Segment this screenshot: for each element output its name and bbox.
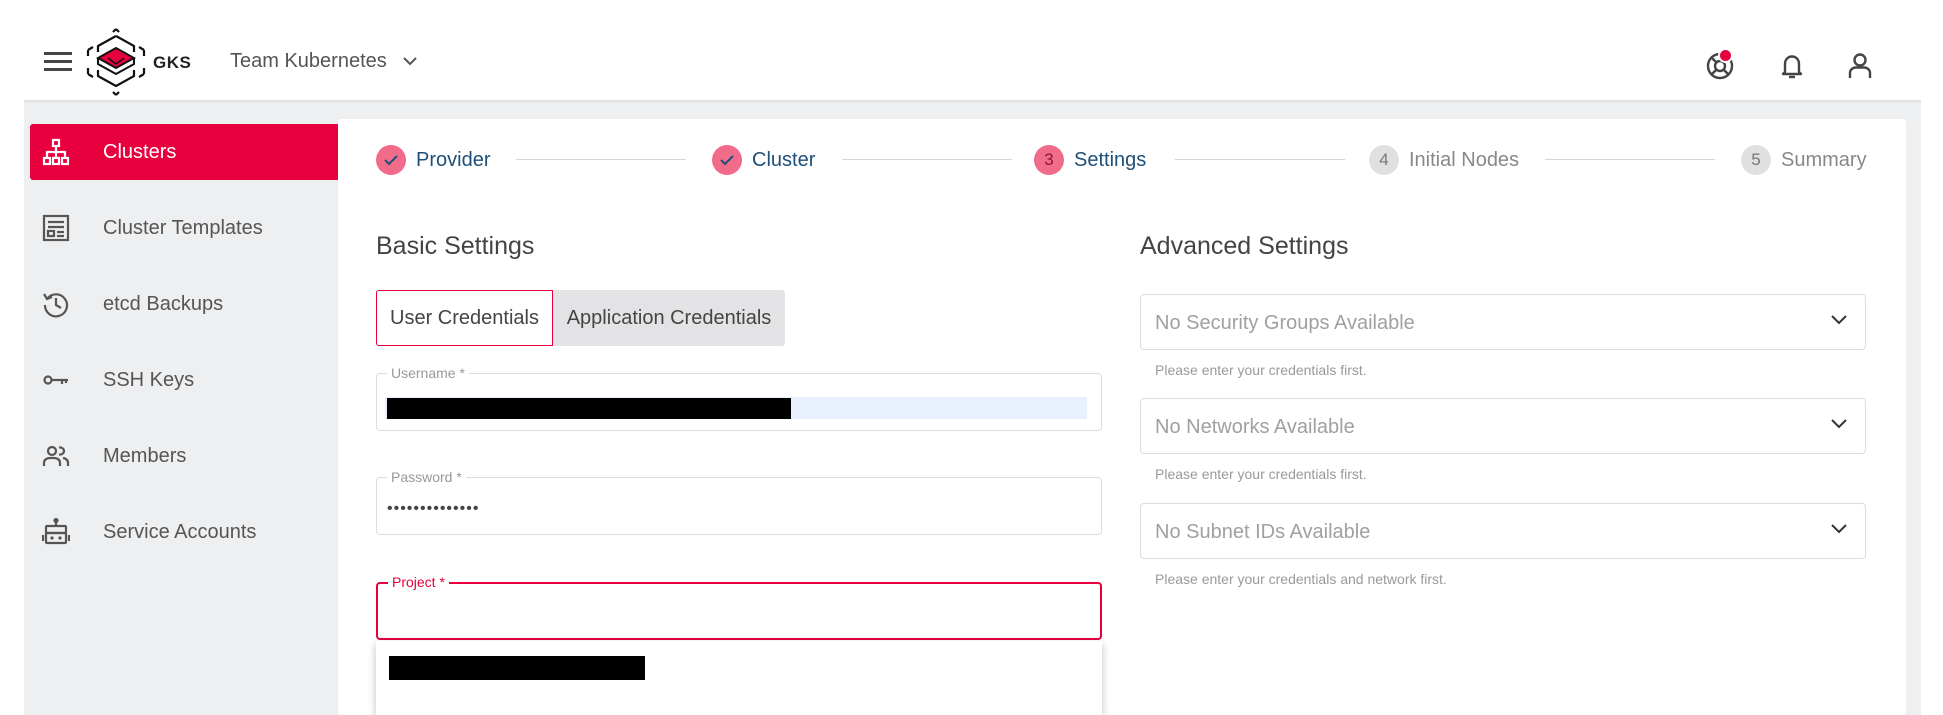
advanced-settings-title: Advanced Settings	[1140, 232, 1349, 260]
sidebar-item-label: Clusters	[103, 140, 177, 163]
members-icon	[42, 445, 70, 466]
networks-hint: Please enter your credentials first.	[1155, 466, 1367, 482]
networks-placeholder: No Networks Available	[1155, 416, 1355, 438]
sitemap-icon	[42, 138, 70, 166]
project-name: Team Kubernetes	[230, 49, 387, 72]
security-groups-placeholder: No Security Groups Available	[1155, 312, 1415, 334]
step-label: Provider	[416, 148, 491, 171]
redacted-project-option[interactable]	[389, 656, 645, 680]
check-icon	[376, 145, 406, 175]
sidebar: Clusters Cluster Templates etcd Backups	[24, 104, 342, 715]
step-initial-nodes[interactable]: 4 Initial Nodes	[1369, 145, 1519, 175]
sidebar-item-label: Members	[103, 444, 187, 467]
step-label: Cluster	[752, 148, 816, 171]
sidebar-item-ssh-keys[interactable]: SSH Keys	[30, 352, 342, 408]
username-label: Username *	[387, 365, 469, 381]
chevron-down-icon	[1831, 419, 1847, 429]
top-bar: GKS Team Kubernetes	[0, 0, 1943, 100]
basic-settings-title: Basic Settings	[376, 232, 535, 260]
subnet-ids-hint: Please enter your credentials and networ…	[1155, 571, 1447, 587]
step-label: Summary	[1781, 148, 1867, 171]
sidebar-item-members[interactable]: Members	[30, 428, 342, 484]
password-value: ••••••••••••••	[387, 500, 480, 517]
password-field[interactable]: Password * ••••••••••••••	[376, 469, 1102, 535]
tab-user-credentials[interactable]: User Credentials	[376, 290, 553, 346]
step-connector	[842, 159, 1012, 160]
step-connector	[1175, 159, 1345, 160]
networks-select[interactable]: No Networks Available	[1140, 398, 1866, 454]
sidebar-item-cluster-templates[interactable]: Cluster Templates	[30, 200, 342, 256]
security-groups-select[interactable]: No Security Groups Available	[1140, 294, 1866, 350]
step-number: 3	[1034, 145, 1064, 175]
project-field[interactable]: Project *	[376, 574, 1102, 640]
sidebar-item-clusters[interactable]: Clusters	[30, 124, 342, 180]
subnet-ids-select[interactable]: No Subnet IDs Available	[1140, 503, 1866, 559]
hamburger-menu-icon[interactable]	[44, 52, 72, 72]
tab-application-credentials[interactable]: Application Credentials	[553, 290, 785, 346]
step-settings[interactable]: 3 Settings	[1034, 145, 1146, 175]
history-icon	[43, 293, 69, 318]
sidebar-item-label: etcd Backups	[103, 292, 224, 315]
sidebar-item-service-accounts[interactable]: Service Accounts	[30, 504, 342, 560]
subnet-ids-placeholder: No Subnet IDs Available	[1155, 521, 1371, 543]
robot-icon	[42, 518, 70, 545]
step-connector	[1545, 159, 1715, 160]
bell-icon[interactable]	[1776, 50, 1808, 82]
username-field[interactable]: Username *	[376, 365, 1102, 431]
notification-dot	[1718, 48, 1733, 63]
sidebar-item-label: SSH Keys	[103, 368, 195, 391]
step-label: Settings	[1074, 148, 1147, 171]
chevron-down-icon	[1831, 315, 1847, 325]
key-icon	[43, 375, 68, 385]
chevron-down-icon	[403, 56, 417, 65]
security-groups-hint: Please enter your credentials first.	[1155, 362, 1367, 378]
project-label: Project *	[388, 574, 449, 590]
chevron-down-icon	[1831, 524, 1847, 534]
step-number: 4	[1369, 145, 1399, 175]
project-selector[interactable]: Team Kubernetes	[230, 48, 417, 74]
step-cluster[interactable]: Cluster	[712, 145, 815, 175]
password-label: Password *	[387, 469, 466, 485]
sidebar-item-label: Cluster Templates	[103, 216, 263, 239]
user-icon[interactable]	[1844, 50, 1876, 82]
template-icon	[42, 214, 70, 242]
step-provider[interactable]: Provider	[376, 145, 490, 175]
sidebar-item-label: Service Accounts	[103, 520, 257, 543]
step-number: 5	[1741, 145, 1771, 175]
gks-logo-icon	[86, 28, 146, 96]
project-dropdown-panel	[376, 641, 1102, 715]
step-summary[interactable]: 5 Summary	[1741, 145, 1867, 175]
redacted-username	[387, 398, 791, 419]
check-icon	[712, 145, 742, 175]
step-connector	[516, 159, 686, 160]
step-label: Initial Nodes	[1409, 148, 1520, 171]
sidebar-item-etcd-backups[interactable]: etcd Backups	[30, 276, 342, 332]
logo-text: GKS	[153, 53, 192, 72]
